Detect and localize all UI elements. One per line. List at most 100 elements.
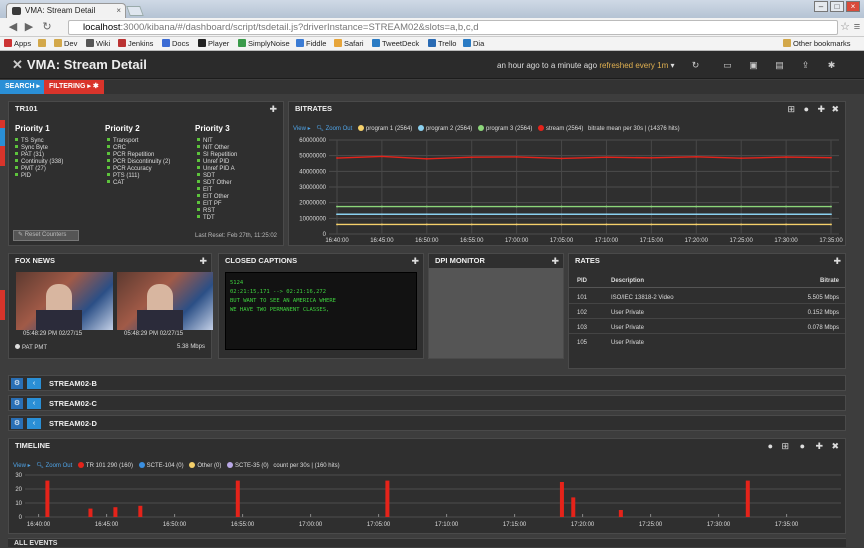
legend-item-other: Other (0) [185, 462, 221, 469]
thumbnail-timestamp: 05:48:29 PM 02/27/15 [124, 331, 184, 337]
x-tick-label: 16:50:00 [415, 238, 439, 244]
gear-icon[interactable]: ✱ [826, 60, 837, 70]
url-host: localhost [83, 22, 121, 33]
video-thumbnail[interactable] [117, 272, 213, 330]
x-tick-label: 16:40:00 [27, 522, 51, 528]
info-icon[interactable]: ⊞ [787, 104, 795, 114]
foxnews-panel: FOX NEWS ✚ 05:48:29 PM 02/27/15 05:48:29… [8, 253, 213, 359]
time-range-picker[interactable]: an hour ago to a minute ago refreshed ev… [497, 61, 674, 70]
url-input[interactable]: localhost:3000/kibana/#/dashboard/script… [68, 20, 838, 35]
expand-icon[interactable]: ‹ [27, 398, 41, 409]
bookmark-player[interactable]: Player [198, 38, 229, 50]
folder-icon[interactable]: ▭ [722, 60, 733, 70]
legend-dot [538, 125, 545, 131]
info-icon[interactable]: ● [768, 441, 773, 451]
expand-icon[interactable]: ‹ [27, 418, 41, 429]
rates-cell: User Private [611, 325, 645, 331]
share-icon[interactable]: ▤ [774, 60, 785, 70]
add-icon[interactable]: ✚ [199, 256, 207, 266]
x-tick-label: 17:20:00 [685, 238, 709, 244]
back-icon[interactable]: ◀ [6, 20, 20, 34]
zoom-out-button[interactable]: 🔍︎ Zoom Out [316, 126, 352, 132]
expand-icon[interactable]: ‹ [27, 378, 41, 389]
data-point [650, 156, 653, 159]
url-path: :3000/kibana/#/dashboard/script/tsdetail… [120, 22, 479, 33]
add-icon[interactable]: ✚ [269, 104, 277, 114]
browser-tab[interactable]: VMA: Stream Detail × [6, 3, 126, 18]
stream-row[interactable]: ⚙ ‹ STREAM02-D [8, 415, 846, 431]
bookmark-apps[interactable]: Apps [4, 38, 31, 50]
reset-counters-button[interactable]: ✎ Reset Counters [13, 230, 79, 241]
bookmark-dia[interactable]: Dia [463, 38, 484, 50]
bookmark-tweetdeck[interactable]: TweetDeck [372, 38, 419, 50]
priority3-item: Unref PID A [197, 166, 235, 173]
stream-row[interactable]: ⚙ ‹ STREAM02-C [8, 395, 846, 411]
rates-header-pid: PID [577, 278, 588, 284]
rates-panel: RATES ✚ PID Description Bitrate 101 ISO/… [568, 253, 846, 369]
x-tick-label: 17:00:00 [299, 522, 323, 528]
bookmark-jenkins[interactable]: Jenkins [118, 38, 153, 50]
add-icon[interactable]: ✚ [833, 256, 841, 266]
tr101-title: TR101 [15, 104, 38, 113]
y-tick-label: 20000000 [299, 201, 326, 207]
bookmark-safari[interactable]: Safari [334, 38, 364, 50]
gear-icon[interactable]: ⚙ [11, 398, 23, 409]
settings-icon[interactable]: ● [804, 104, 809, 114]
export-icon[interactable]: ⇪ [800, 60, 811, 70]
data-point [336, 157, 338, 159]
search-button[interactable]: SEARCH ▸ [0, 80, 46, 94]
address-bar-row: ◀ ▶ ↻ localhost:3000/kibana/#/dashboard/… [0, 18, 864, 37]
priority2-title: Priority 2 [105, 124, 140, 133]
add-icon[interactable]: ✚ [815, 441, 823, 451]
stream-label: STREAM02-C [49, 399, 97, 408]
bookmark-fiddle[interactable]: Fiddle [296, 38, 326, 50]
copy-icon[interactable]: ⊞ [781, 441, 789, 451]
settings-icon[interactable]: ● [800, 441, 805, 451]
bookmark-simplynoise[interactable]: SimplyNoise [238, 38, 290, 50]
stream-row[interactable]: ⚙ ‹ STREAM02-B [8, 375, 846, 391]
refresh-icon[interactable]: ↻ [690, 60, 701, 70]
priority2-item: PCR Discontinuity (2) [107, 159, 170, 166]
add-icon[interactable]: ✚ [411, 256, 419, 266]
close-tab-icon[interactable]: × [116, 4, 121, 18]
reload-icon[interactable]: ↻ [40, 20, 54, 34]
rates-cell: 101 [577, 295, 588, 301]
other-bookmarks[interactable]: Other bookmarks [783, 38, 851, 50]
menu-icon[interactable]: ≡ [850, 20, 864, 34]
bookmark-wiki[interactable]: Wiki [86, 38, 110, 50]
maximize-icon[interactable]: □ [830, 1, 844, 12]
add-icon[interactable]: ✚ [551, 256, 559, 266]
save-icon[interactable]: ▣ [748, 60, 759, 70]
legend-dot [227, 462, 233, 468]
view-toggle[interactable]: View ▸ [13, 463, 31, 469]
last-reset: Last Reset: Feb 27th, 11:25:02 [195, 233, 277, 239]
filtering-button[interactable]: FILTERING ▸ ✱ [44, 80, 104, 94]
x-tick-label: 16:55:00 [460, 238, 484, 244]
x-tick-label: 17:35:00 [775, 522, 799, 528]
bookmark-docs[interactable]: Docs [162, 38, 189, 50]
forward-icon[interactable]: ▶ [22, 20, 36, 34]
minimize-icon[interactable]: – [814, 1, 828, 12]
rates-header-description: Description [611, 278, 645, 284]
add-icon[interactable]: ✚ [817, 104, 825, 114]
data-point [425, 213, 428, 216]
close-window-icon[interactable]: × [846, 1, 860, 12]
bookmark-dev[interactable]: Dev [54, 38, 77, 50]
gear-icon[interactable]: ⚙ [11, 418, 23, 429]
tab-title: VMA: Stream Detail [25, 6, 96, 15]
close-icon[interactable]: ✖ [831, 104, 839, 114]
close-icon[interactable]: ✖ [831, 441, 839, 451]
zoom-out-button[interactable]: 🔍︎ Zoom Out [36, 463, 72, 469]
timeline-panel: TIMELINE ● ⊞ ● ✚ ✖ View ▸ 🔍︎ Zoom Out TR… [8, 438, 846, 534]
new-tab-button[interactable] [126, 6, 144, 16]
gear-icon[interactable]: ⚙ [11, 378, 23, 389]
filtering-label: FILTERING [49, 83, 86, 90]
x-tick-label: 16:45:00 [95, 522, 119, 528]
view-label: View [293, 126, 306, 132]
video-thumbnail[interactable] [16, 272, 113, 330]
data-point [470, 156, 473, 159]
x-tick-label: 17:10:00 [595, 238, 619, 244]
view-toggle[interactable]: View ▸ [293, 126, 311, 132]
bookmark-trello[interactable]: Trello [428, 38, 456, 50]
bookmark-folder[interactable] [38, 38, 48, 50]
